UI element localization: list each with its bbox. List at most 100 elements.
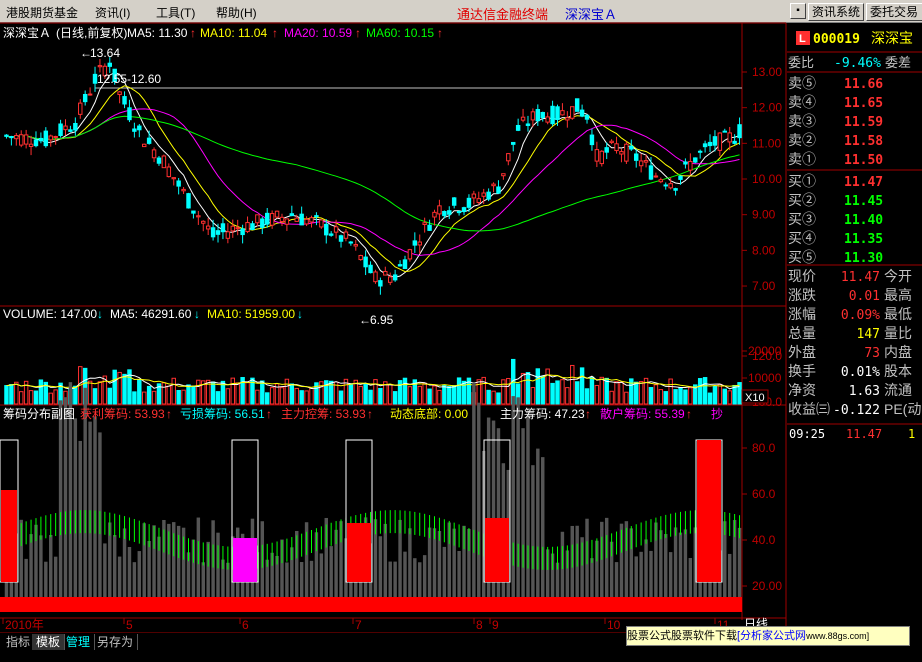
volume-bar — [447, 386, 452, 405]
candle-body — [545, 116, 550, 123]
up-arrow-icon: ↑ — [585, 407, 591, 421]
buy-level-price[interactable]: 11.35 — [844, 232, 883, 247]
stat-label: 涨跌 — [788, 287, 816, 303]
volume-bar — [427, 388, 432, 405]
candle-body — [663, 184, 668, 187]
candle-body — [407, 249, 413, 260]
volume-bar — [727, 390, 732, 405]
chip-highlight-fill — [1, 490, 17, 582]
stat-value: 0.01% — [841, 365, 880, 380]
candle-body — [609, 140, 614, 144]
chip-bar — [486, 417, 491, 612]
stat-label-2: 量比 — [884, 325, 912, 341]
chip-bar — [526, 415, 530, 612]
ma20-line — [6, 108, 740, 257]
date-tick-label: 2010年 — [5, 618, 44, 632]
tab-indicator[interactable]: 指标 — [2, 634, 36, 650]
down-arrow-icon: ↓ — [194, 307, 200, 321]
tab-save-as[interactable]: 另存为 — [93, 634, 139, 650]
candle-body — [737, 124, 742, 139]
candle-body — [309, 217, 314, 223]
candle-body — [225, 231, 231, 239]
candle-body — [58, 123, 63, 137]
volume-bar — [456, 377, 462, 405]
candle-body — [387, 276, 393, 283]
candle-body — [614, 143, 619, 152]
ad-banner[interactable]: 股票公式股票软件下载[分析家公式网www.88gs.com] — [626, 626, 910, 646]
volume-bar — [697, 378, 703, 405]
candle-body — [220, 223, 226, 233]
candle-body — [476, 198, 482, 203]
candle-body — [324, 223, 329, 236]
tick-volume: 1 — [908, 427, 915, 441]
volume-bar — [501, 379, 506, 405]
candle-body — [38, 137, 44, 142]
weibi-value: -9.46% — [834, 56, 881, 71]
candle-body — [18, 134, 24, 146]
arrow-left-icon: ← — [80, 46, 92, 60]
candle-body — [392, 274, 398, 281]
sell-level-label: 卖① — [788, 151, 816, 167]
volume-bar — [33, 390, 39, 405]
chip-bar — [472, 382, 476, 612]
candle-body — [491, 183, 496, 187]
kline-chart-area[interactable]: 13.0012.0011.0010.009.008.007.00 2000010… — [0, 0, 922, 662]
price-tick-label: 7.00 — [752, 279, 776, 293]
volume-bar — [112, 369, 117, 405]
candle-body — [353, 244, 359, 247]
stat-label: 净资 — [788, 382, 816, 398]
up-arrow-icon: ↑ — [266, 407, 272, 421]
volume-bar — [668, 378, 673, 405]
ad-link[interactable]: [分析家公式网 — [737, 630, 806, 642]
down-arrow-icon: ↓ — [97, 307, 103, 321]
chip-bar — [63, 397, 68, 612]
volume-bar — [363, 383, 368, 405]
buy-level-price[interactable]: 11.30 — [844, 251, 883, 266]
candle-body — [284, 218, 290, 225]
volume-bar — [338, 390, 344, 405]
candle-body — [604, 147, 609, 153]
buy-level-price[interactable]: 11.40 — [844, 213, 883, 228]
sell-level-price[interactable]: 11.66 — [844, 77, 883, 92]
stat-value: 1.63 — [849, 384, 880, 399]
low-price-label: 6.95 — [370, 313, 394, 327]
chip-highlight-fill — [233, 538, 257, 582]
sell-level-price[interactable]: 11.50 — [844, 153, 883, 168]
sell-level-price[interactable]: 11.58 — [844, 134, 883, 149]
candle-body — [333, 226, 339, 233]
buy-level-price[interactable]: 11.45 — [844, 194, 883, 209]
volume-bar — [712, 385, 718, 405]
candle-body — [624, 143, 629, 162]
volume-bar — [451, 385, 457, 405]
chip-bar — [531, 465, 535, 612]
candle-body — [161, 155, 167, 169]
volume-bar — [141, 391, 147, 405]
candle-body — [117, 91, 122, 95]
chip-highlight-fill — [347, 523, 371, 582]
candle-body — [63, 125, 68, 131]
candle-body — [240, 228, 245, 236]
vol-ma10-label: MA10: 51959.00 — [207, 307, 295, 321]
candle-body — [363, 256, 368, 268]
volume-bar — [574, 381, 580, 405]
volume-bar — [530, 387, 536, 405]
ad-url: www.88gs.com] — [806, 631, 870, 641]
retail-chips-label: 散户筹码: 55.39 — [600, 406, 685, 421]
buy-level-price[interactable]: 11.47 — [844, 175, 883, 190]
sell-level-price[interactable]: 11.65 — [844, 96, 883, 111]
volume-bar — [4, 385, 9, 405]
candle-body — [648, 165, 654, 180]
volume-bar — [550, 382, 555, 405]
candle-body — [525, 123, 531, 126]
candle-body — [437, 205, 442, 215]
volume-bar — [225, 388, 231, 405]
volume-tick-label: 10000 — [748, 371, 782, 385]
candle-body — [702, 143, 708, 148]
buy-level-label: 买② — [788, 192, 816, 208]
tab-template[interactable]: 模板 — [32, 634, 66, 650]
volume-bar — [579, 367, 585, 405]
candle-body — [712, 136, 718, 146]
stat-label: 换手 — [788, 363, 816, 379]
tab-manage[interactable]: 管理 — [62, 634, 96, 650]
sell-level-price[interactable]: 11.59 — [844, 115, 883, 130]
